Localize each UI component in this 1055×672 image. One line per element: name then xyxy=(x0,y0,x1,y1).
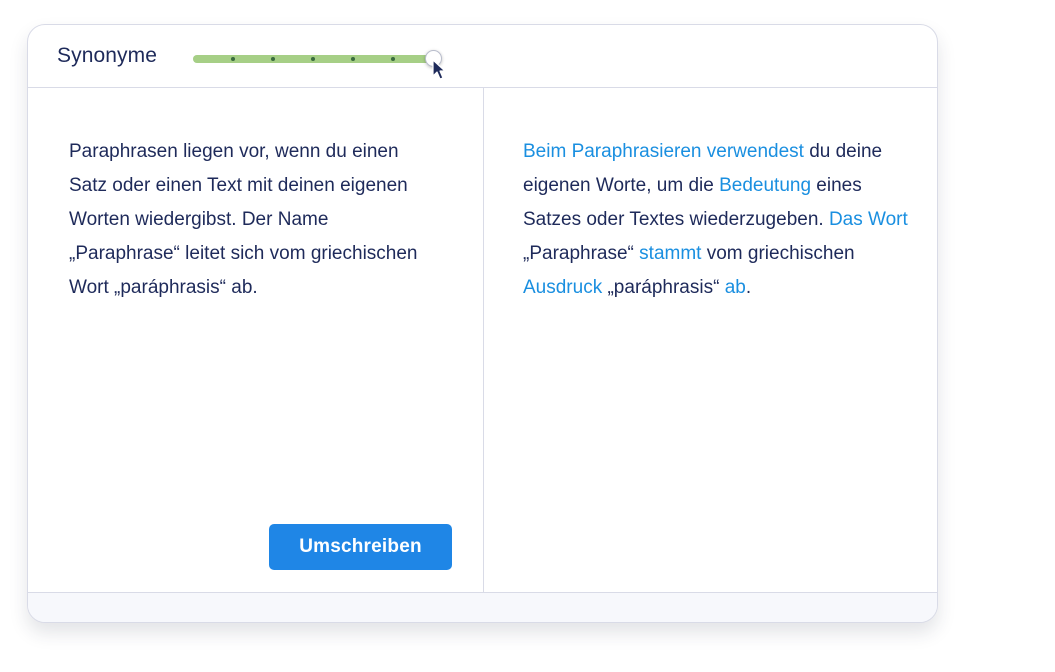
slider-step-dot xyxy=(271,57,275,61)
slider-step-dot xyxy=(231,57,235,61)
slider-step-dot xyxy=(351,57,355,61)
paraphrase-tool-card: Synonyme Paraphrasen liegen vor, wenn du… xyxy=(27,24,938,623)
changed-word[interactable]: stammt xyxy=(639,243,701,264)
changed-word[interactable]: Bedeutung xyxy=(719,175,811,196)
tool-footer xyxy=(28,592,937,622)
mouse-pointer-icon xyxy=(432,59,446,80)
tool-header: Synonyme xyxy=(28,25,937,88)
synonym-slider[interactable] xyxy=(193,47,443,71)
output-segment: . xyxy=(745,277,752,298)
output-segment: „Paraphrase“ xyxy=(523,243,640,264)
changed-word[interactable]: Das Wort xyxy=(829,209,908,230)
mode-label: Synonyme xyxy=(57,44,158,67)
slider-step-dot xyxy=(311,57,315,61)
changed-word[interactable]: ab xyxy=(725,277,746,298)
input-pane[interactable]: Paraphrasen liegen vor, wenn du einen Sa… xyxy=(28,88,484,592)
output-pane: Beim Paraphrasieren verwendest du deine … xyxy=(484,88,937,592)
rewrite-button[interactable]: Umschreiben xyxy=(269,524,452,570)
output-segment: vom griechischen xyxy=(701,243,855,264)
output-segment: „paráphrasis“ xyxy=(602,277,725,298)
output-text: Beim Paraphrasieren verwendest du deine … xyxy=(523,135,918,305)
changed-word[interactable]: Ausdruck xyxy=(523,277,602,298)
input-text[interactable]: Paraphrasen liegen vor, wenn du einen Sa… xyxy=(69,135,429,305)
changed-word[interactable]: Beim Paraphrasieren verwendest xyxy=(523,141,804,162)
slider-step-dot xyxy=(391,57,395,61)
